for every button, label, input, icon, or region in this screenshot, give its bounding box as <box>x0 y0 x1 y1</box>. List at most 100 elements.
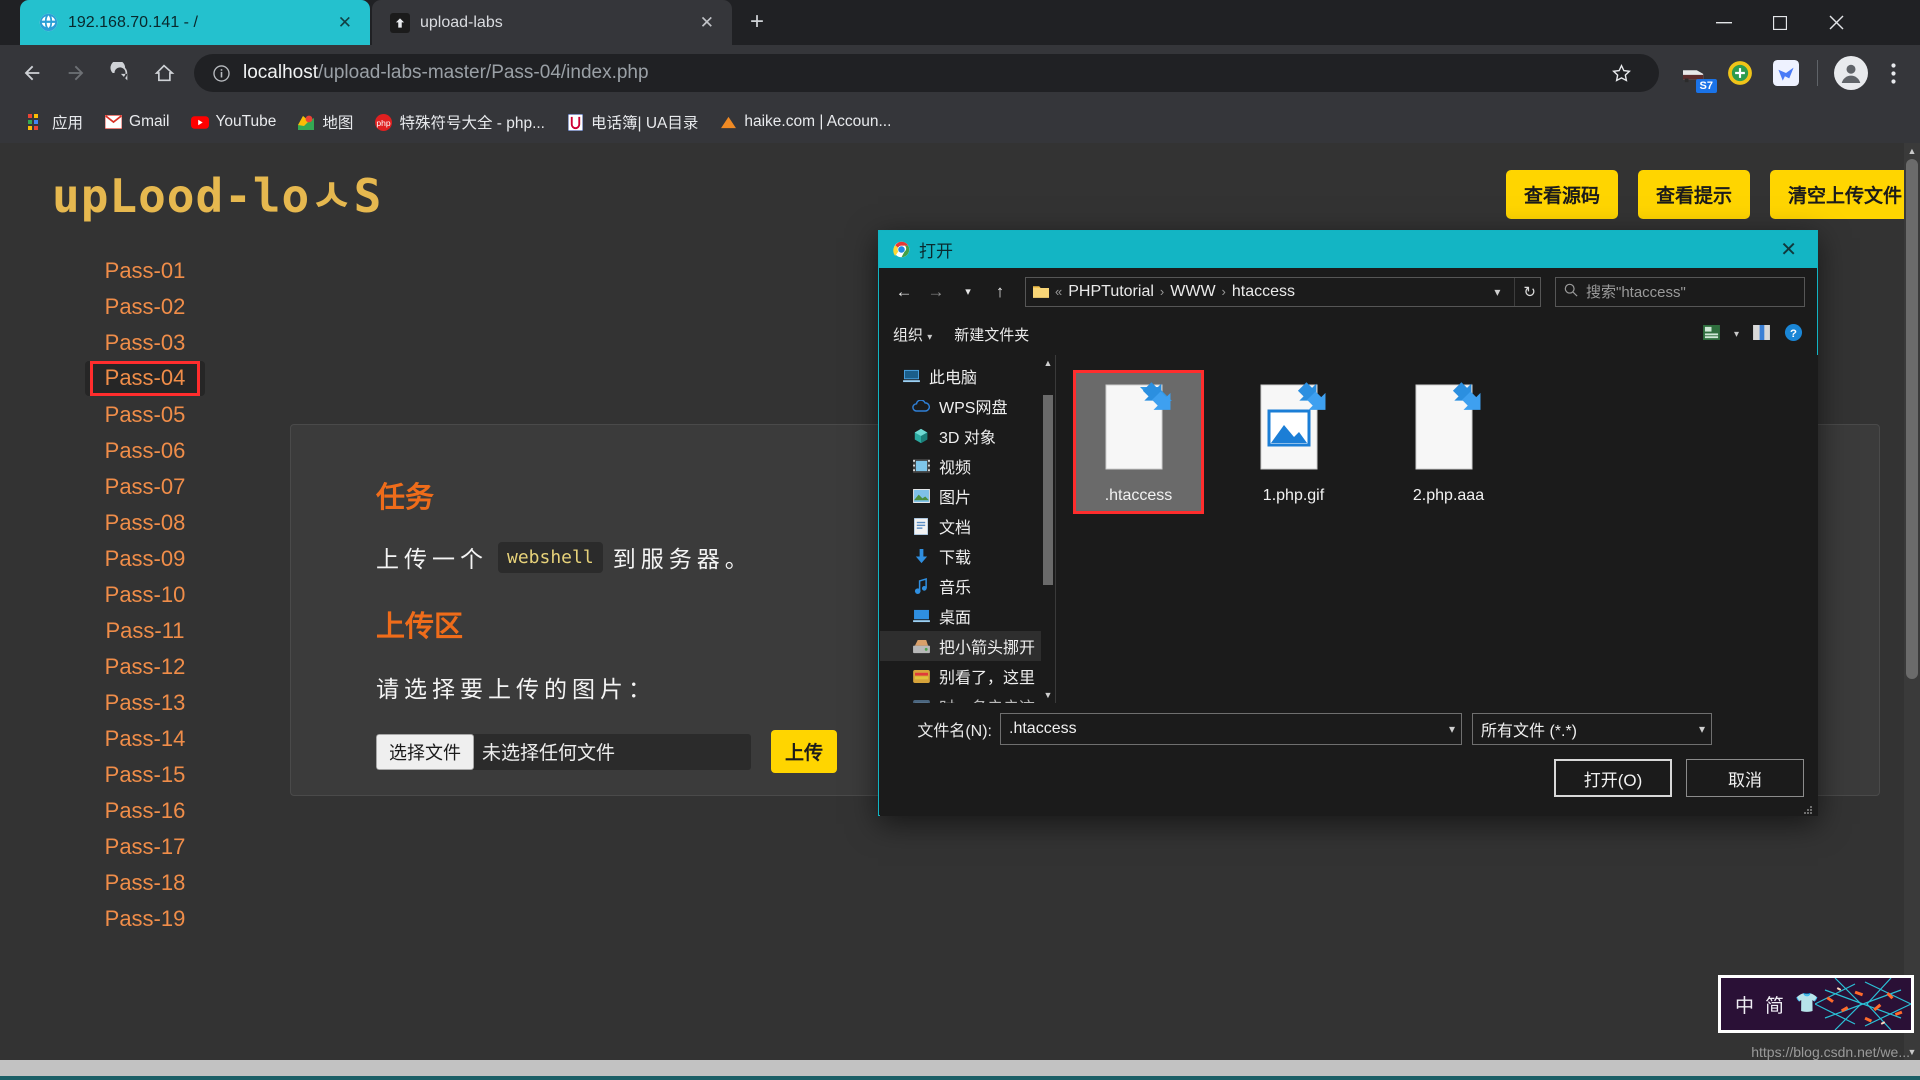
sidebar-item-pass-19[interactable]: Pass-19 <box>0 901 290 936</box>
dialog-back-arrow-icon[interactable]: ← <box>891 279 917 305</box>
sidebar-item-pass-02[interactable]: Pass-02 <box>0 289 290 324</box>
place-item-drive-3[interactable]: 时，名启启这 <box>880 691 1055 703</box>
star-icon[interactable] <box>1601 54 1641 92</box>
sidebar-item-pass-18[interactable]: Pass-18 <box>0 865 290 900</box>
place-item-drive-2[interactable]: 别看了，这里 <box>880 661 1055 691</box>
profile-avatar-icon[interactable] <box>1834 56 1868 90</box>
breadcrumb-part-1[interactable]: WWW <box>1170 283 1215 301</box>
window-minimize-button[interactable] <box>1696 0 1752 45</box>
sidebar-item-pass-08[interactable]: Pass-08 <box>0 505 290 540</box>
window-maximize-button[interactable] <box>1752 0 1808 45</box>
dialog-search-input[interactable]: 搜索"htaccess" <box>1555 276 1805 307</box>
bookmark-php-symbols[interactable]: php 特殊符号大全 - php... <box>365 106 554 138</box>
dialog-refresh-icon[interactable]: ↻ <box>1514 277 1536 306</box>
place-item-downloads[interactable]: 下载 <box>880 541 1055 571</box>
dialog-recent-chevron-down-icon[interactable]: ▾ <box>955 279 981 305</box>
sidebar-item-pass-06[interactable]: Pass-06 <box>0 433 290 468</box>
filetype-select[interactable]: 所有文件 (*.*) ▾ <box>1472 713 1712 745</box>
breadcrumb-part-2[interactable]: htaccess <box>1232 283 1295 301</box>
browser-tab-2[interactable]: upload-labs ✕ <box>372 0 732 45</box>
tab-close-icon-2[interactable]: ✕ <box>694 13 720 33</box>
filename-chevron-down-icon[interactable]: ▾ <box>1449 722 1455 736</box>
scroll-up-arrow-icon[interactable]: ▲ <box>1904 143 1920 159</box>
ime-simplified-toggle[interactable]: 简 <box>1765 991 1784 1018</box>
filetype-chevron-down-icon[interactable]: ▾ <box>1699 722 1705 736</box>
help-icon[interactable]: ? <box>1784 323 1803 346</box>
browser-tab-1[interactable]: 192.168.70.141 - / ✕ <box>20 0 370 45</box>
sidebar-item-pass-01[interactable]: Pass-01 <box>0 253 290 288</box>
file-item-2-php-aaa[interactable]: 2.php.aaa <box>1386 373 1511 511</box>
sidebar-scroll-up-icon[interactable]: ▲ <box>1041 355 1055 371</box>
dialog-breadcrumb[interactable]: « PHPTutorial › WWW › htaccess ▾ ↻ <box>1025 276 1541 307</box>
preview-pane-icon[interactable] <box>1753 324 1770 344</box>
reload-icon[interactable] <box>98 51 142 95</box>
sidebar-item-pass-15[interactable]: Pass-15 <box>0 757 290 792</box>
bookmark-youtube[interactable]: YouTube <box>182 108 286 136</box>
place-item-drive-1[interactable]: 把小箭头挪开 <box>880 631 1055 661</box>
clear-uploads-button[interactable]: 清空上传文件 <box>1769 170 1920 219</box>
bird-extension-icon[interactable] <box>1769 56 1803 90</box>
place-item-documents[interactable]: 文档 <box>880 511 1055 541</box>
sidebar-item-pass-04[interactable]: Pass-04 <box>85 361 205 396</box>
scrollbar-thumb[interactable] <box>1906 159 1918 679</box>
breadcrumb-chevron-down-icon[interactable]: ▾ <box>1486 285 1508 299</box>
place-item-this-pc[interactable]: 此电脑 <box>880 361 1055 391</box>
info-circle-icon[interactable] <box>212 64 231 83</box>
view-mode-icon[interactable] <box>1703 324 1720 344</box>
breadcrumb-part-0[interactable]: PHPTutorial <box>1068 283 1154 301</box>
back-arrow-icon[interactable] <box>10 51 54 95</box>
address-bar[interactable]: localhost/upload-labs-master/Pass-04/ind… <box>194 54 1659 92</box>
file-item-1-php-gif[interactable]: 1.php.gif <box>1231 373 1356 511</box>
tab-close-icon-1[interactable]: ✕ <box>332 13 358 33</box>
sidebar-item-pass-07[interactable]: Pass-07 <box>0 469 290 504</box>
dialog-sidebar-scrollbar[interactable]: ▲ ▼ <box>1041 355 1055 703</box>
three-dot-menu-icon[interactable] <box>1876 53 1910 93</box>
sidebar-item-pass-17[interactable]: Pass-17 <box>0 829 290 864</box>
open-button[interactable]: 打开(O) <box>1554 759 1672 797</box>
bookmark-haike[interactable]: haike.com | Accoun... <box>710 108 900 136</box>
place-item-3d-objects[interactable]: 3D 对象 <box>880 421 1055 451</box>
forward-arrow-icon[interactable] <box>54 51 98 95</box>
bookmark-apps[interactable]: 应用 <box>18 106 92 138</box>
view-hint-button[interactable]: 查看提示 <box>1637 170 1750 219</box>
place-item-desktop[interactable]: 桌面 <box>880 601 1055 631</box>
view-source-button[interactable]: 查看源码 <box>1505 170 1618 219</box>
sidebar-scrollbar-thumb[interactable] <box>1043 395 1053 585</box>
sidebar-item-pass-16[interactable]: Pass-16 <box>0 793 290 828</box>
home-icon[interactable] <box>142 51 186 95</box>
sidebar-scroll-down-icon[interactable]: ▼ <box>1041 687 1055 703</box>
sidebar-item-pass-11[interactable]: Pass-11 <box>0 613 290 648</box>
dialog-up-arrow-icon[interactable]: ↑ <box>987 279 1013 305</box>
page-scrollbar[interactable]: ▲ ▼ <box>1904 143 1920 1060</box>
file-item-htaccess[interactable]: .htaccess <box>1073 370 1204 514</box>
ime-floating-bar[interactable]: 中 简 👕 <box>1718 975 1914 1033</box>
ime-language-toggle[interactable]: 中 <box>1735 991 1754 1018</box>
bookmark-maps[interactable]: 地图 <box>288 106 362 138</box>
place-item-videos[interactable]: 视频 <box>880 451 1055 481</box>
ime-skin-icon[interactable]: 👕 <box>1795 991 1819 1018</box>
place-item-music[interactable]: 音乐 <box>880 571 1055 601</box>
file-input-control[interactable]: 选择文件 未选择任何文件 <box>376 733 751 770</box>
view-mode-chevron-down-icon[interactable]: ▾ <box>1734 329 1739 340</box>
sidebar-item-pass-14[interactable]: Pass-14 <box>0 721 290 756</box>
place-item-pictures[interactable]: 图片 <box>880 481 1055 511</box>
sidebar-item-pass-09[interactable]: Pass-09 <box>0 541 290 576</box>
choose-file-button[interactable]: 选择文件 <box>376 733 474 770</box>
organize-menu-button[interactable]: 组织 ▾ <box>893 324 932 345</box>
sidebar-item-pass-13[interactable]: Pass-13 <box>0 685 290 720</box>
sidebar-item-pass-10[interactable]: Pass-10 <box>0 577 290 612</box>
bookmark-ua-directory[interactable]: 电话簿| UA目录 <box>557 106 707 138</box>
sidebar-item-pass-12[interactable]: Pass-12 <box>0 649 290 684</box>
add-extension-icon[interactable] <box>1723 56 1757 90</box>
extension-s7-icon[interactable]: S7 <box>1677 56 1717 93</box>
new-folder-button[interactable]: 新建文件夹 <box>954 324 1029 345</box>
dialog-close-icon[interactable]: ✕ <box>1766 237 1811 262</box>
bookmark-gmail[interactable]: Gmail <box>95 108 178 136</box>
new-tab-button[interactable]: + <box>742 8 772 38</box>
dialog-resize-grip[interactable] <box>1803 802 1813 814</box>
upload-submit-button[interactable]: 上传 <box>771 730 838 773</box>
window-close-button[interactable] <box>1808 0 1864 45</box>
cancel-button[interactable]: 取消 <box>1686 759 1804 797</box>
dialog-forward-arrow-icon[interactable]: → <box>923 279 949 305</box>
filename-input[interactable]: .htaccess ▾ <box>1000 713 1462 745</box>
